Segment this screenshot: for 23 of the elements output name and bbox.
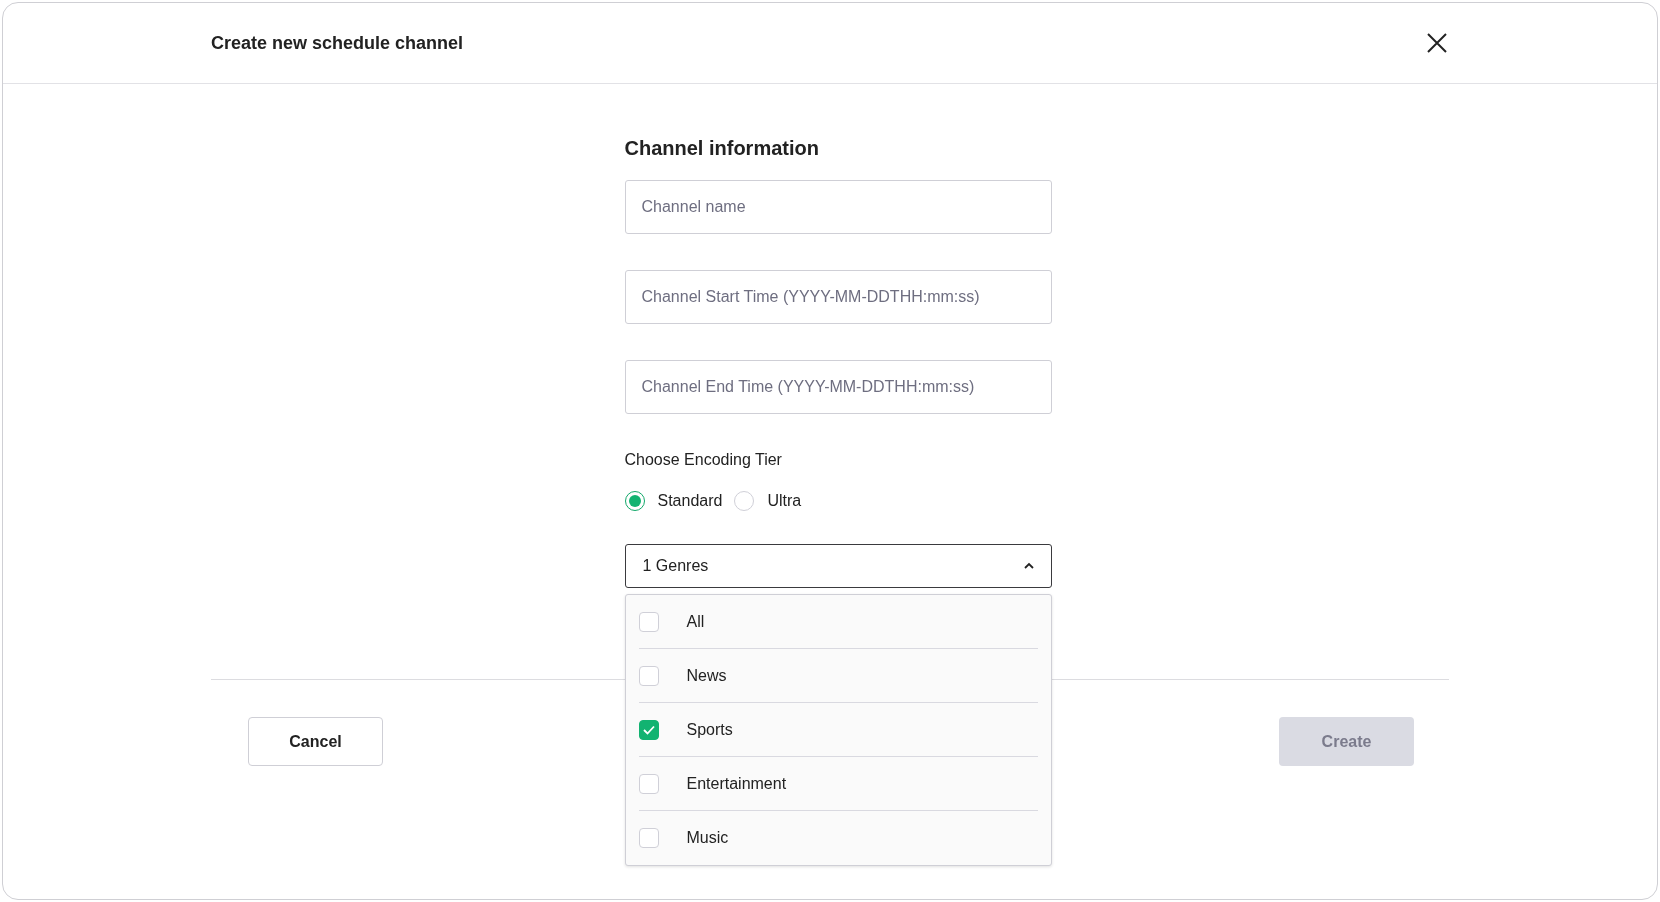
genre-option[interactable]: All: [638, 595, 1038, 649]
field-label: Choose Encoding Tier: [624, 451, 783, 469]
section-title: Channel information: [624, 137, 820, 160]
checkbox[interactable]: [638, 719, 659, 740]
checkbox[interactable]: [638, 665, 659, 686]
dialog-title: Create new schedule channel: [211, 32, 464, 54]
radio-option[interactable]: Ultra: [734, 491, 802, 511]
genre-option[interactable]: Music: [638, 811, 1038, 865]
cancel-button[interactable]: Cancel: [248, 717, 383, 766]
text-input-field[interactable]: Channel Start Time (YYYY-MM-DDTHH:mm:ss): [624, 270, 1052, 324]
checkbox[interactable]: [638, 828, 659, 848]
checkmark-icon: [642, 724, 655, 735]
text-input-field[interactable]: Channel End Time (YYYY-MM-DDTHH:mm:ss): [624, 360, 1052, 414]
chevron-icon: [1022, 562, 1035, 570]
genre-option[interactable]: News: [638, 649, 1038, 703]
genre-option[interactable]: Entertainment: [638, 757, 1038, 811]
close-icon[interactable]: [1425, 31, 1449, 55]
checkbox[interactable]: [638, 773, 659, 794]
genre-dropdown[interactable]: 1 Genres: [624, 544, 1052, 588]
radio-option[interactable]: Standard: [624, 491, 723, 511]
checkbox[interactable]: [638, 611, 659, 632]
text-input-field[interactable]: Channel name: [624, 180, 1052, 234]
genre-option[interactable]: Sports: [638, 703, 1038, 757]
